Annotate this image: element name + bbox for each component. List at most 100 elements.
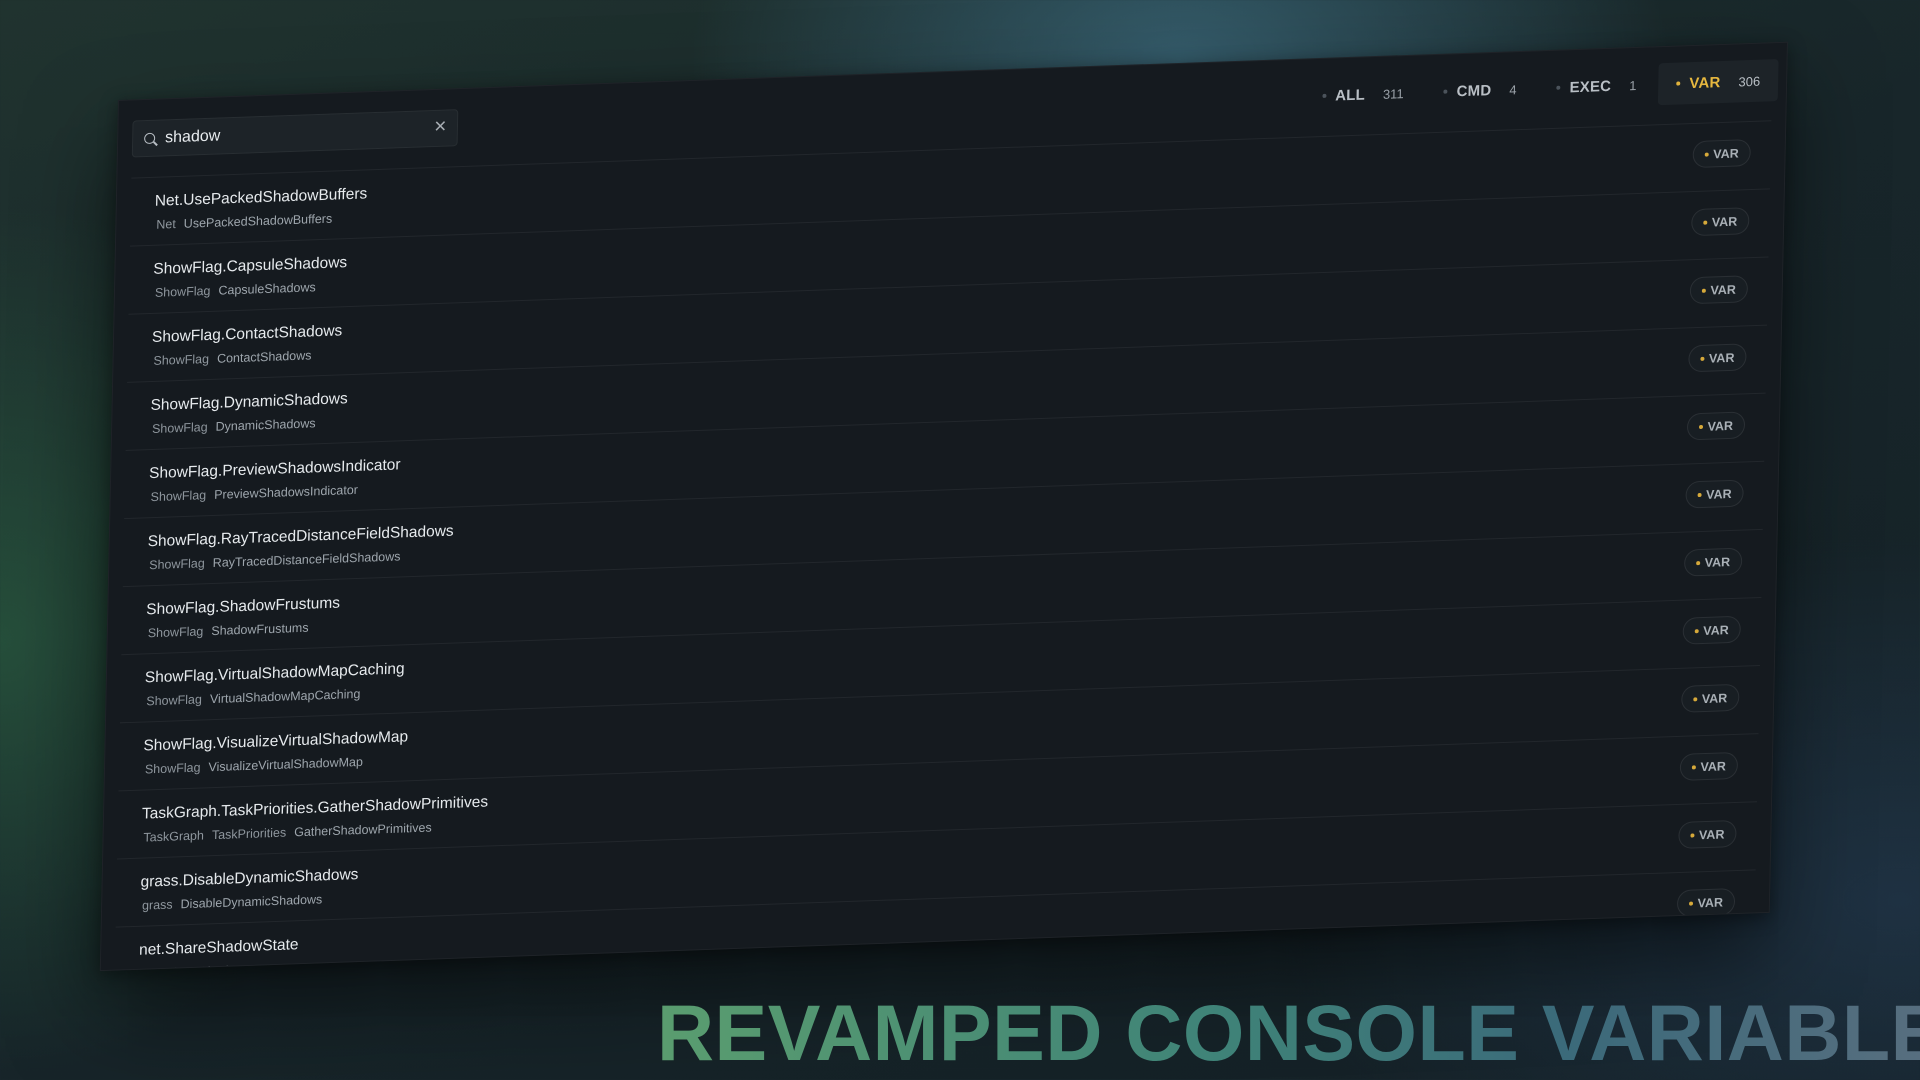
result-name: Net.UsePackedShadowBuffers bbox=[154, 185, 368, 210]
type-badge: VAR bbox=[1684, 479, 1744, 509]
dot-icon bbox=[1704, 152, 1709, 157]
promo-caption: REVAMPED CONSOLE VARIABLES bbox=[657, 988, 1920, 1078]
result-path: grass DisableDynamicShadows bbox=[141, 892, 330, 913]
result-path: ShowFlag PreviewShadowsIndicator bbox=[150, 482, 366, 505]
badge-label: VAR bbox=[1703, 622, 1729, 638]
path-segment: RayTracedDistanceFieldShadows bbox=[212, 549, 401, 570]
search-box[interactable]: ✕ bbox=[131, 109, 459, 158]
result-path: net ShareShadowState bbox=[140, 962, 281, 971]
path-segment: net bbox=[140, 966, 158, 971]
type-badge: VAR bbox=[1683, 547, 1743, 577]
type-badge: VAR bbox=[1691, 139, 1751, 169]
result-name: ShowFlag.CapsuleShadows bbox=[153, 254, 348, 278]
path-segment: ShareShadowState bbox=[165, 962, 274, 972]
result-name: ShowFlag.ContactShadows bbox=[151, 322, 343, 346]
path-segment: UsePackedShadowBuffers bbox=[183, 211, 333, 231]
filter-label: ALL bbox=[1335, 85, 1366, 105]
filter-count: 4 bbox=[1509, 81, 1517, 97]
path-segment: ShowFlag bbox=[144, 760, 201, 777]
dot-icon bbox=[1691, 764, 1696, 769]
console-panel: ✕ ALL 311 CMD 4 EXEC 1 VAR 306 bbox=[99, 41, 1788, 972]
dot-icon bbox=[1697, 492, 1702, 497]
path-segment: TaskPriorities bbox=[211, 825, 287, 843]
badge-label: VAR bbox=[1710, 282, 1737, 298]
type-badge: VAR bbox=[1679, 751, 1739, 781]
dot-icon bbox=[1443, 89, 1448, 94]
result-path: ShowFlag CapsuleShadows bbox=[155, 280, 324, 300]
path-segment: ShowFlag bbox=[151, 420, 208, 437]
search-input[interactable] bbox=[164, 111, 416, 156]
filter-tabs: ALL 311 CMD 4 EXEC 1 VAR 306 bbox=[1300, 59, 1779, 118]
filter-label: VAR bbox=[1689, 73, 1721, 92]
result-path: ShowFlag VirtualShadowMapCaching bbox=[146, 686, 368, 709]
filter-count: 1 bbox=[1629, 77, 1637, 93]
result-name: net.ShareShadowState bbox=[138, 936, 299, 959]
type-badge: VAR bbox=[1677, 819, 1737, 850]
result-name: ShowFlag.ShadowFrustums bbox=[146, 594, 341, 619]
path-segment: CapsuleShadows bbox=[218, 280, 316, 298]
result-name: ShowFlag.DynamicShadows bbox=[150, 390, 348, 415]
path-segment: PreviewShadowsIndicator bbox=[214, 482, 359, 502]
search-icon bbox=[144, 132, 156, 145]
type-badge: VAR bbox=[1686, 411, 1746, 441]
dot-icon bbox=[1322, 93, 1327, 98]
path-segment: DynamicShadows bbox=[215, 416, 316, 434]
dot-icon bbox=[1556, 85, 1561, 90]
result-name: ShowFlag.VisualizeVirtualShadowMap bbox=[143, 728, 409, 755]
type-badge: VAR bbox=[1687, 343, 1747, 373]
type-badge: VAR bbox=[1689, 275, 1749, 305]
path-segment: ShowFlag bbox=[150, 488, 207, 505]
badge-label: VAR bbox=[1711, 214, 1738, 229]
type-badge: VAR bbox=[1682, 615, 1742, 645]
dot-icon bbox=[1676, 81, 1681, 86]
filter-tab-all[interactable]: ALL 311 bbox=[1304, 71, 1422, 117]
results-list: Net.UsePackedShadowBuffers Net UsePackedSh… bbox=[114, 120, 1772, 972]
path-segment: ShowFlag bbox=[146, 692, 203, 709]
dot-icon bbox=[1698, 424, 1703, 429]
filter-tab-var[interactable]: VAR 306 bbox=[1657, 59, 1779, 106]
dot-icon bbox=[1702, 220, 1707, 225]
filter-tab-cmd[interactable]: CMD 4 bbox=[1425, 68, 1535, 114]
result-path: ShowFlag DynamicShadows bbox=[152, 416, 324, 436]
path-segment: GatherShadowPrimitives bbox=[294, 820, 432, 840]
path-segment: grass bbox=[141, 897, 173, 913]
badge-label: VAR bbox=[1708, 350, 1735, 366]
badge-label: VAR bbox=[1707, 418, 1734, 434]
filter-label: EXEC bbox=[1569, 77, 1612, 96]
path-segment: VisualizeVirtualShadowMap bbox=[208, 754, 364, 775]
path-segment: VirtualShadowMapCaching bbox=[209, 686, 361, 707]
result-path: TaskGraph TaskPriorities GatherShadowPrimi… bbox=[143, 820, 439, 844]
badge-label: VAR bbox=[1701, 690, 1728, 706]
path-segment: TaskGraph bbox=[143, 828, 205, 845]
dot-icon bbox=[1694, 628, 1699, 633]
result-name: ShowFlag.RayTracedDistanceFieldShadows bbox=[147, 522, 454, 551]
path-segment: ShowFlag bbox=[147, 624, 204, 641]
badge-label: VAR bbox=[1698, 826, 1725, 842]
badge-label: VAR bbox=[1713, 145, 1739, 161]
dot-icon bbox=[1689, 832, 1695, 838]
path-segment: DisableDynamicShadows bbox=[180, 892, 323, 912]
result-name: grass.DisableDynamicShadows bbox=[140, 866, 359, 891]
badge-label: VAR bbox=[1704, 554, 1731, 570]
filter-label: CMD bbox=[1456, 81, 1492, 100]
result-name: TaskGraph.TaskPriorities.GatherShadowPri… bbox=[141, 793, 489, 823]
badge-label: VAR bbox=[1700, 758, 1727, 774]
dot-icon bbox=[1688, 901, 1693, 906]
path-segment: ShowFlag bbox=[153, 351, 210, 368]
close-icon[interactable]: ✕ bbox=[433, 119, 447, 137]
type-badge: VAR bbox=[1680, 683, 1740, 713]
path-segment: ContactShadows bbox=[216, 348, 312, 366]
path-segment: ShowFlag bbox=[149, 556, 205, 573]
filter-count: 311 bbox=[1382, 85, 1404, 102]
badge-label: VAR bbox=[1697, 894, 1724, 910]
result-path: Net UsePackedShadowBuffers bbox=[156, 211, 340, 232]
path-segment: ShowFlag bbox=[154, 283, 211, 300]
result-name: ShowFlag.VirtualShadowMapCaching bbox=[144, 660, 405, 687]
type-badge: VAR bbox=[1690, 207, 1750, 237]
path-segment: ShadowFrustums bbox=[211, 620, 309, 639]
type-badge: VAR bbox=[1676, 888, 1736, 918]
filter-count: 306 bbox=[1738, 73, 1761, 89]
result-path: ShowFlag RayTracedDistanceFieldShadows bbox=[149, 549, 409, 572]
result-name: ShowFlag.PreviewShadowsIndicator bbox=[148, 456, 401, 483]
filter-tab-exec[interactable]: EXEC 1 bbox=[1538, 63, 1655, 109]
